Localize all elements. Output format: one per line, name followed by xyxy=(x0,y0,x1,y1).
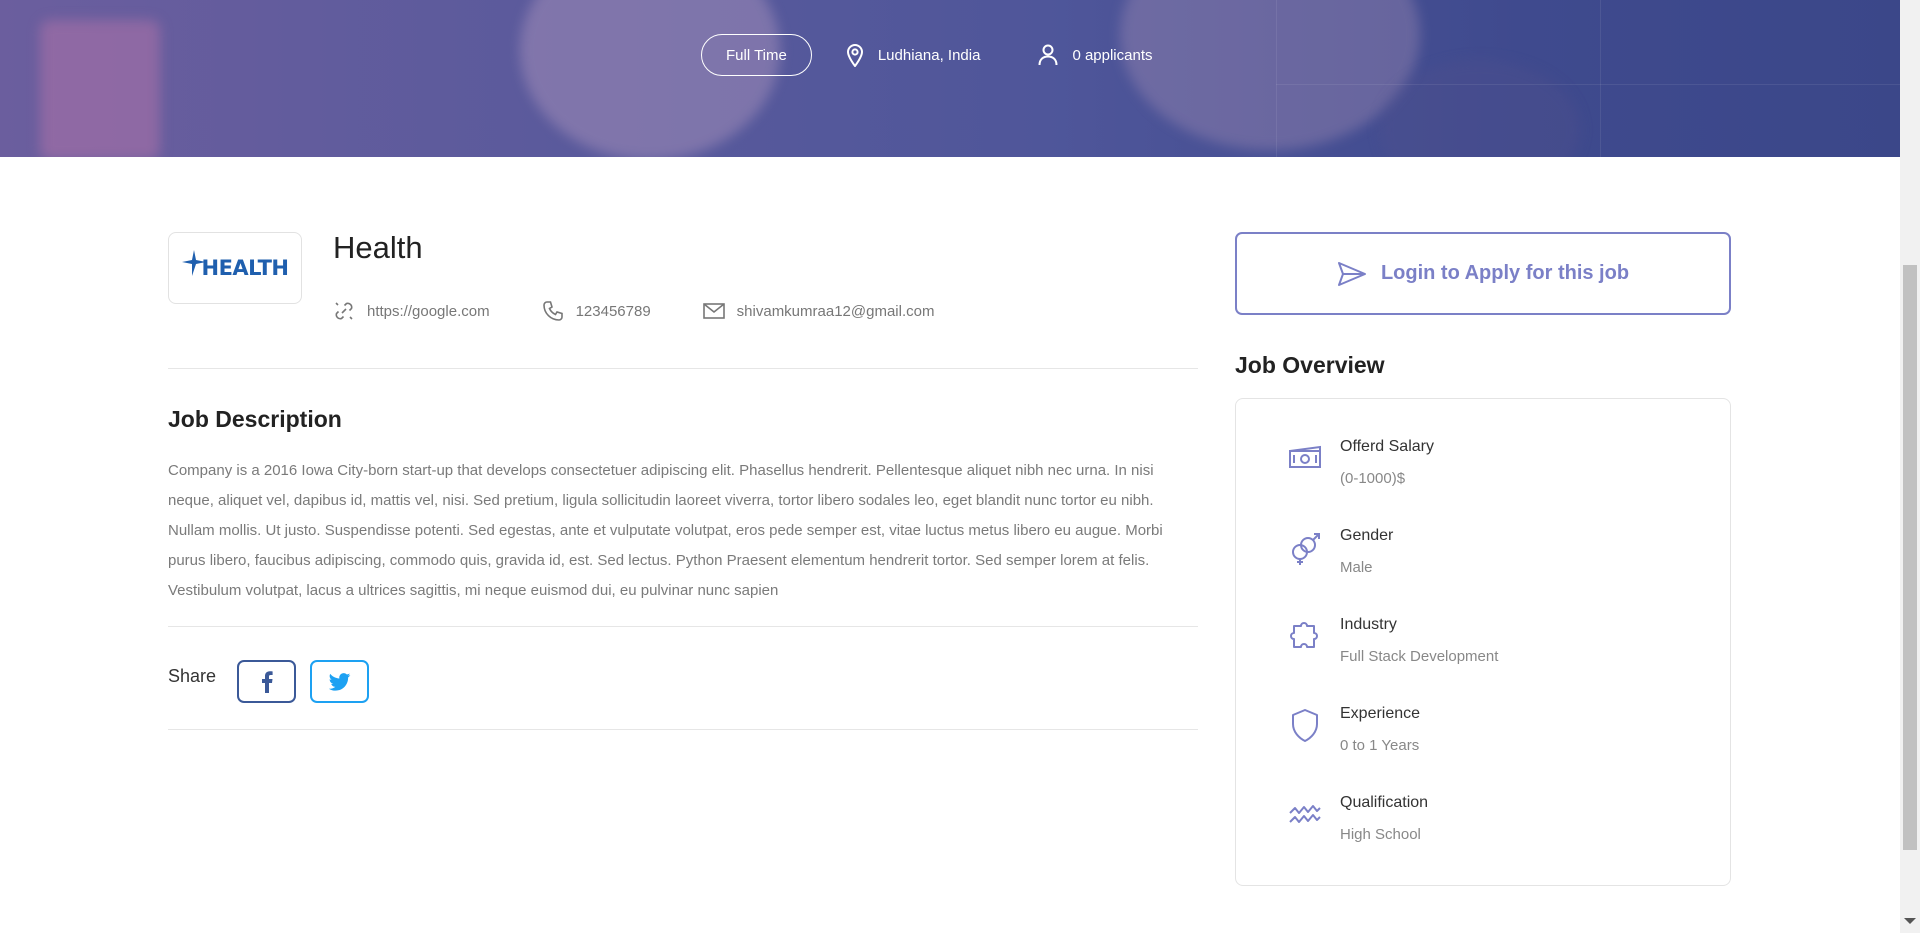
phone-item: 123456789 xyxy=(542,300,651,322)
shield-icon xyxy=(1292,709,1318,742)
link-icon xyxy=(335,302,353,320)
divider xyxy=(168,368,1198,369)
divider xyxy=(168,626,1198,627)
industry-value: Full Stack Development xyxy=(1340,648,1499,665)
overview-item-salary: Offerd Salary (0-1000)$ xyxy=(1286,437,1434,489)
email-link[interactable]: shivamkumraa12@gmail.com xyxy=(737,303,935,320)
gender-label: Gender xyxy=(1340,527,1394,544)
job-description-text: Company is a 2016 Iowa City-born start-u… xyxy=(168,462,1163,599)
location-text: Ludhiana, India xyxy=(877,46,981,64)
share-label: Share xyxy=(168,666,217,686)
job-overview-card: Offerd Salary (0-1000)$ Gender Male Indu… xyxy=(1235,398,1731,886)
job-meta-row: Full Time Ludhiana, India 0 applicants xyxy=(701,34,1153,76)
hero-photo-shape xyxy=(40,20,160,157)
gender-icon xyxy=(1292,533,1320,565)
email-item[interactable]: shivamkumraa12@gmail.com xyxy=(702,302,935,320)
company-name: Health xyxy=(333,230,423,265)
divider xyxy=(168,729,1198,730)
user-icon xyxy=(1038,44,1058,66)
facebook-share-button[interactable] xyxy=(237,660,296,703)
phone-icon xyxy=(542,301,563,321)
job-description-title: Job Description xyxy=(168,406,342,432)
job-type-badge: Full Time xyxy=(701,34,812,76)
puzzle-icon xyxy=(1290,622,1318,648)
twitter-icon xyxy=(328,672,350,691)
experience-value: 0 to 1 Years xyxy=(1340,737,1420,754)
hero-banner: Full Time Ludhiana, India 0 applicants xyxy=(0,0,1900,157)
twitter-share-button[interactable] xyxy=(310,660,369,703)
logo-text: HEALTH xyxy=(201,256,289,280)
send-icon xyxy=(1337,261,1366,286)
company-logo: HEALTH xyxy=(168,232,302,304)
website-link[interactable]: https://google.com xyxy=(367,303,490,320)
overview-item-gender: Gender Male xyxy=(1286,526,1393,578)
job-location: Ludhiana, India xyxy=(846,43,981,67)
money-icon xyxy=(1289,445,1321,468)
mail-icon xyxy=(702,303,725,319)
overview-item-experience: Experience 0 to 1 Years xyxy=(1286,704,1420,756)
job-overview-title: Job Overview xyxy=(1235,352,1385,378)
overview-item-industry: Industry Full Stack Development xyxy=(1286,615,1498,667)
website-item[interactable]: https://google.com xyxy=(333,300,490,322)
phone-text: 123456789 xyxy=(575,302,651,320)
scroll-down-arrow[interactable] xyxy=(1904,918,1916,924)
hero-grid-line xyxy=(1276,0,1277,157)
hero-grid-line xyxy=(1276,84,1900,85)
qualification-label: Qualification xyxy=(1340,794,1429,811)
wave-icon xyxy=(1289,805,1321,823)
gender-value: Male xyxy=(1340,559,1373,576)
hero-photo-shape xyxy=(520,0,780,157)
salary-value: (0-1000)$ xyxy=(1340,470,1406,487)
overview-item-qualification: Qualification High School xyxy=(1286,793,1428,845)
apply-label: Login to Apply for this job xyxy=(1380,262,1630,284)
experience-label: Experience xyxy=(1340,705,1421,722)
login-to-apply-button[interactable]: Login to Apply for this job xyxy=(1235,232,1731,315)
industry-label: Industry xyxy=(1340,616,1397,633)
hero-grid-line xyxy=(1600,0,1601,157)
company-contact-row: https://google.com 123456789 shivamkumra… xyxy=(333,300,986,322)
hero-photo-shape xyxy=(1120,0,1420,150)
applicants-count: 0 applicants xyxy=(1072,46,1153,64)
facebook-icon xyxy=(261,670,273,693)
salary-label: Offerd Salary xyxy=(1340,438,1434,455)
job-applicants: 0 applicants xyxy=(1038,44,1153,66)
qualification-value: High School xyxy=(1340,826,1421,843)
scrollbar-thumb[interactable] xyxy=(1903,265,1917,850)
location-pin-icon xyxy=(846,44,863,67)
